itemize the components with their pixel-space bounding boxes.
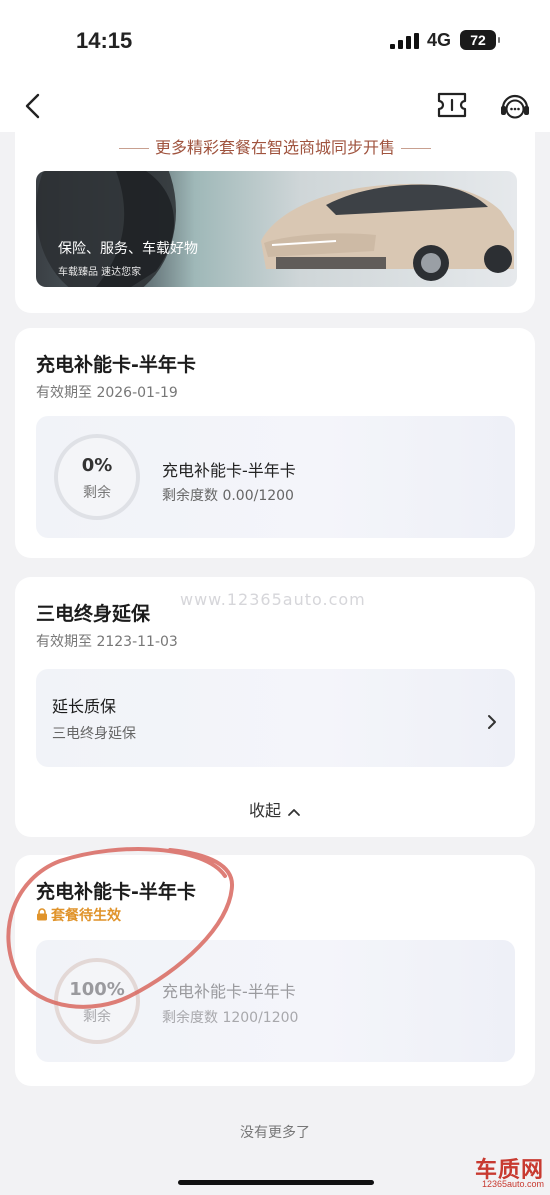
remaining-ring: 100% 剩余 [54, 958, 140, 1044]
warranty-item[interactable]: 延长质保 三电终身延保 [36, 669, 515, 767]
battery-icon: 72 [460, 30, 500, 50]
package-item[interactable]: 100% 剩余 充电补能卡-半年卡 剩余度数 1200/1200 [36, 940, 515, 1062]
signal-icon [390, 33, 419, 49]
site-logo: 车质网 12365auto.com [452, 1152, 548, 1194]
package-title: 充电补能卡-半年卡 [36, 881, 196, 903]
ticket-icon[interactable] [436, 90, 468, 120]
promo-heading-row: 更多精彩套餐在智选商城同步开售 [15, 134, 535, 158]
collapse-button[interactable]: 收起 [15, 797, 535, 821]
chevron-left-icon[interactable] [20, 92, 46, 120]
package-validity: 有效期至 2123-11-03 [36, 634, 178, 650]
package-card[interactable]: 充电补能卡-半年卡 有效期至 2026-01-19 0% 剩余 充电补能卡-半年… [15, 328, 535, 558]
chevron-right-icon [488, 715, 496, 729]
item-title: 充电补能卡-半年卡 [162, 461, 296, 480]
promo-banner[interactable]: 保险、服务、车载好物 车载臻品 速达您家 [36, 171, 517, 287]
logo-sub: 12365auto.com [481, 1179, 544, 1189]
no-more-text: 没有更多了 [240, 1125, 310, 1141]
package-card-pending[interactable]: 充电补能卡-半年卡 套餐待生效 100% 剩余 充电补能卡-半年卡 剩余度数 1… [15, 855, 535, 1086]
remaining-ring: 0% 剩余 [54, 434, 140, 520]
item-sub: 三电终身延保 [52, 726, 136, 742]
chevron-up-icon [288, 808, 300, 816]
status-bar: 14:15 4G 72 [0, 0, 550, 80]
divider-right [401, 148, 431, 149]
remaining-percent: 100% [69, 979, 125, 1000]
promo-card: 更多精彩套餐在智选商城同步开售 保险、服务、车载好物 车载臻品 速达您家 [15, 120, 535, 313]
item-remaining: 剩余度数 1200/1200 [162, 1010, 299, 1026]
banner-subtext: 车载臻品 速达您家 [58, 267, 142, 278]
divider-left [118, 148, 149, 149]
banner-text: 保险、服务、车载好物 [58, 241, 198, 257]
warranty-card: 三电终身延保 有效期至 2123-11-03 延长质保 三电终身延保 收起 [15, 577, 535, 837]
pending-status-label: 套餐待生效 [51, 908, 121, 924]
package-title: 三电终身延保 [36, 603, 151, 625]
collapse-label: 收起 [248, 801, 281, 820]
remaining-label: 剩余 [83, 485, 111, 501]
item-title: 延长质保 [52, 697, 117, 716]
package-validity: 有效期至 2026-01-19 [36, 385, 178, 401]
network-type: 4G [427, 30, 452, 50]
package-title: 充电补能卡-半年卡 [36, 354, 196, 376]
package-item[interactable]: 0% 剩余 充电补能卡-半年卡 剩余度数 0.00/1200 [36, 416, 515, 538]
item-remaining: 剩余度数 0.00/1200 [162, 488, 294, 504]
item-title: 充电补能卡-半年卡 [162, 982, 296, 1001]
pending-status: 套餐待生效 [36, 905, 121, 925]
home-indicator[interactable] [178, 1180, 374, 1185]
lock-icon [37, 908, 47, 921]
remaining-percent: 0% [81, 455, 113, 476]
promo-heading: 更多精彩套餐在智选商城同步开售 [154, 138, 395, 157]
customer-service-icon[interactable] [498, 90, 532, 122]
status-time: 14:15 [76, 28, 133, 53]
remaining-label: 剩余 [83, 1009, 111, 1025]
watermark: www.12365auto.com [180, 590, 366, 609]
